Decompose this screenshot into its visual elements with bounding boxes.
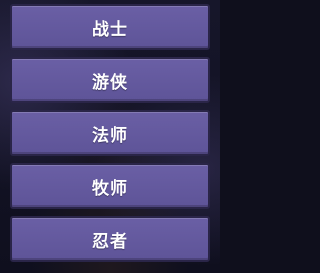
class-option-ranger-button[interactable]: 游侠 xyxy=(10,57,210,103)
class-option-label: 忍者 xyxy=(92,231,128,252)
game-screen: 战士 游侠 法师 牧师 忍者 xyxy=(0,0,220,273)
class-option-label: 牧师 xyxy=(92,178,128,199)
class-option-label: 战士 xyxy=(92,19,128,40)
class-option-priest-button[interactable]: 牧师 xyxy=(10,163,210,209)
class-option-label: 游侠 xyxy=(92,72,128,93)
class-option-warrior-button[interactable]: 战士 xyxy=(10,4,210,50)
class-selection-menu: 战士 游侠 法师 牧师 忍者 xyxy=(10,4,210,262)
class-option-ninja-button[interactable]: 忍者 xyxy=(10,216,210,262)
class-option-label: 法师 xyxy=(92,125,128,146)
class-option-mage-button[interactable]: 法师 xyxy=(10,110,210,156)
